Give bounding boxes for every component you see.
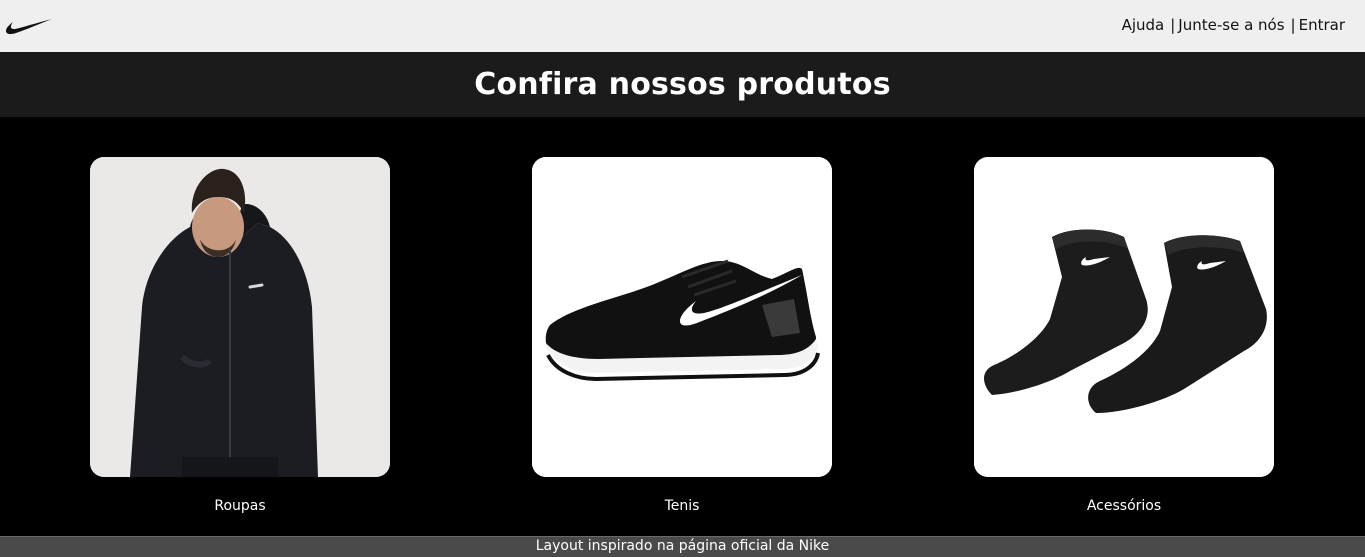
product-grid: Roupas Tenis Acessórios <box>0 117 1365 536</box>
top-bar: Ajuda | Junte-se a nós | Entrar <box>0 0 1365 52</box>
top-nav: Ajuda | Junte-se a nós | Entrar <box>1122 16 1345 34</box>
product-label-acessorios[interactable]: Acessórios <box>974 498 1274 514</box>
nav-separator: | <box>1290 16 1296 34</box>
product-card-acessorios[interactable]: Acessórios <box>974 157 1274 514</box>
product-image-acessorios[interactable] <box>974 157 1274 477</box>
product-image-roupas[interactable] <box>90 157 390 477</box>
nike-swoosh-icon[interactable] <box>5 14 53 38</box>
product-label-roupas[interactable]: Roupas <box>90 498 390 514</box>
running-shoe-photo <box>532 157 832 477</box>
socks-photo <box>974 157 1274 477</box>
product-image-tenis[interactable] <box>532 157 832 477</box>
nav-link-ajuda[interactable]: Ajuda <box>1122 16 1165 34</box>
nav-separator: | <box>1170 16 1176 34</box>
footer-text: Layout inspirado na página oficial da Ni… <box>535 538 830 554</box>
banner: Confira nossos produtos <box>0 52 1365 117</box>
page-title: Confira nossos produtos <box>474 67 891 102</box>
nav-link-junte-se[interactable]: Junte-se a nós <box>1178 16 1284 34</box>
footer: Layout inspirado na página oficial da Ni… <box>0 536 1365 557</box>
product-card-roupas[interactable]: Roupas <box>90 157 390 514</box>
product-label-tenis[interactable]: Tenis <box>532 498 832 514</box>
nav-link-entrar[interactable]: Entrar <box>1299 16 1345 34</box>
product-card-tenis[interactable]: Tenis <box>532 157 832 514</box>
hoodie-model-photo <box>90 157 390 477</box>
